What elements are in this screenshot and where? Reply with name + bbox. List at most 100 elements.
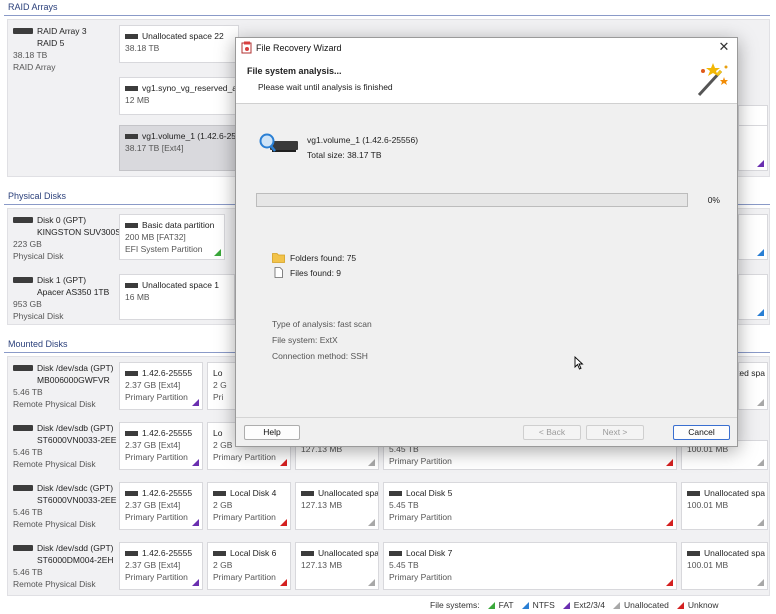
partition-sda-2[interactable]: Lo 2 G Pri [207,362,237,410]
partition-detail: 100.01 MB [687,500,729,510]
magic-wand-icon [697,63,728,97]
partition-drive-icon [389,551,402,557]
partition-basic-data[interactable]: Basic data partition 200 MB [FAT32] EFI … [119,214,225,260]
partition-name: Unallocated spa [704,548,765,558]
fs-ext-indicator [192,399,199,406]
next-button[interactable]: Next > [586,425,644,440]
partition-name: Unallocated space 1 [142,280,220,290]
partition-right-edge[interactable] [738,214,768,260]
app-icon [241,41,252,54]
disk-name: Disk /dev/sda (GPT) [37,363,114,373]
partition-unallocated-22[interactable]: Unallocated space 22 38.18 TB [119,25,239,63]
disk-model: ST6000VN0033-2EE [37,495,117,505]
partition-name: vg1.syno_vg_reserved_area [142,83,239,93]
partition-detail: 2 GB [213,440,233,450]
partition-name: Unallocated space 22 [142,31,224,41]
partition-name: Lo [213,428,223,438]
partition-name: Lo [213,368,223,378]
mounted-disk-sdb[interactable]: Disk /dev/sdb (GPT) ST6000VN0033-2EE 5.4… [13,422,116,470]
partition-name: Local Disk 7 [406,548,453,558]
legend-item-ntfs: NTFS [521,600,555,610]
partition-right-edge[interactable] [738,125,768,171]
physical-disk-1[interactable]: Disk 1 (GPT) Apacer AS350 1TB 953 GB Phy… [13,274,109,322]
raid-array-info[interactable]: RAID Array 3 RAID 5 38.18 TB RAID Array [13,25,87,73]
partition-sdd-1[interactable]: 1.42.6-25555 2.37 GB [Ext4] Primary Part… [119,542,203,590]
mounted-disk-sdd[interactable]: Disk /dev/sdd (GPT) ST6000DM004-2EH 5.46… [13,542,114,590]
partition-detail: 2.37 GB [Ext4] [125,500,181,510]
dialog-header: File system analysis... Please wait unti… [236,58,737,104]
partition-syno-reserved[interactable]: vg1.syno_vg_reserved_area 12 MB [119,77,239,115]
dialog-titlebar[interactable]: File Recovery Wizard ✕ [236,38,737,58]
legend-item-ext: Ext2/3/4 [562,600,605,610]
partition-type: Primary Partition [213,572,276,582]
dialog-subheading: Please wait until analysis is finished [258,82,393,92]
partition-unallocated-1[interactable]: Unallocated space 1 16 MB [119,274,235,320]
partition-drive-icon [125,134,138,140]
legend-item-label: FAT [498,600,514,610]
disk-type: Physical Disk [13,251,64,261]
partition-name: 1.42.6-25555 [142,428,193,438]
partition-sdc-1[interactable]: 1.42.6-25555 2.37 GB [Ext4] Primary Part… [119,482,203,530]
partition-name: Local Disk 5 [406,488,453,498]
partition-volume-1[interactable]: vg1.volume_1 (1.42.6-25556) 38.17 TB [Ex… [119,125,239,171]
partition-type: Primary Partition [125,512,188,522]
cancel-button[interactable]: Cancel [673,425,730,440]
partition-name: Unallocated spa [318,488,379,498]
partition-sda-1[interactable]: 1.42.6-25555 2.37 GB [Ext4] Primary Part… [119,362,203,410]
disk-model: MB006000GWFVR [37,375,110,385]
physical-disk-0[interactable]: Disk 0 (GPT) KINGSTON SUV300S 223 GB Phy… [13,214,121,262]
partition-sdd-4[interactable]: Local Disk 7 5.45 TB Primary Partition [383,542,677,590]
close-icon[interactable]: ✕ [717,40,731,54]
partition-detail: 2 G [213,380,227,390]
section-divider [4,15,770,16]
disk-model: KINGSTON SUV300S [37,227,121,237]
partition-type: EFI System Partition [125,244,203,254]
disk-name: Disk 0 (GPT) [37,215,87,225]
disk-type: Remote Physical Disk [13,579,96,589]
partition-drive-icon [125,223,138,229]
raid-type: RAID Array [13,62,56,72]
disk-size: 5.46 TB [13,387,43,397]
partition-sdd-3[interactable]: Unallocated spa 127.13 MB [295,542,379,590]
fs-ext-indicator [192,459,199,466]
fs-unallocated-indicator [757,399,764,406]
legend-swatch [562,601,570,609]
legend-item-unknown: Unknow [676,600,719,610]
partition-sdc-3[interactable]: Unallocated spa 127.13 MB [295,482,379,530]
partition-detail: 2.37 GB [Ext4] [125,380,181,390]
partition-name: 1.42.6-25555 [142,548,193,558]
disk-name: Disk /dev/sdb (GPT) [37,423,114,433]
folder-icon [272,253,285,263]
disk-model: ST6000VN0033-2EE [37,435,117,445]
files-found: Files found: 9 [272,267,341,278]
analysis-type: Type of analysis: fast scan [272,319,372,329]
partition-detail: 100.01 MB [687,560,729,570]
fs-unknown-indicator [666,579,673,586]
partition-sdc-2[interactable]: Local Disk 4 2 GB Primary Partition [207,482,291,530]
dialog-heading: File system analysis... [247,66,342,76]
partition-type: Primary Partition [213,452,276,462]
mounted-disk-sdc[interactable]: Disk /dev/sdc (GPT) ST6000VN0033-2EE 5.4… [13,482,116,530]
fs-unknown-indicator [280,519,287,526]
help-button[interactable]: Help [244,425,300,440]
partition-drive-icon [125,431,138,437]
partition-sdd-6[interactable]: Unallocated spa 100.01 MB [681,542,768,590]
partition-sdd-2[interactable]: Local Disk 6 2 GB Primary Partition [207,542,291,590]
partition-right-edge[interactable] [738,274,768,320]
connection-method: Connection method: SSH [272,351,368,361]
partition-drive-icon [125,283,138,289]
disk-name: Disk /dev/sdc (GPT) [37,483,114,493]
file-recovery-wizard-dialog: File Recovery Wizard ✕ File system analy… [235,37,738,447]
mounted-disk-sda[interactable]: Disk /dev/sda (GPT) MB006000GWFVR 5.46 T… [13,362,114,410]
partition-drive-icon [301,491,314,497]
partition-sdb-1[interactable]: 1.42.6-25555 2.37 GB [Ext4] Primary Part… [119,422,203,470]
partition-sdc-6[interactable]: Unallocated spa 100.01 MB [681,482,768,530]
back-button[interactable]: < Back [523,425,581,440]
drive-icon [13,545,33,551]
partition-drive-icon [125,551,138,557]
partition-sdc-4[interactable]: Local Disk 5 5.45 TB Primary Partition [383,482,677,530]
partition-name: Local Disk 6 [230,548,277,558]
fs-unknown-indicator [666,519,673,526]
partition-sda-6[interactable]: Unallocated spa [738,362,768,410]
partition-drive-icon [687,551,700,557]
